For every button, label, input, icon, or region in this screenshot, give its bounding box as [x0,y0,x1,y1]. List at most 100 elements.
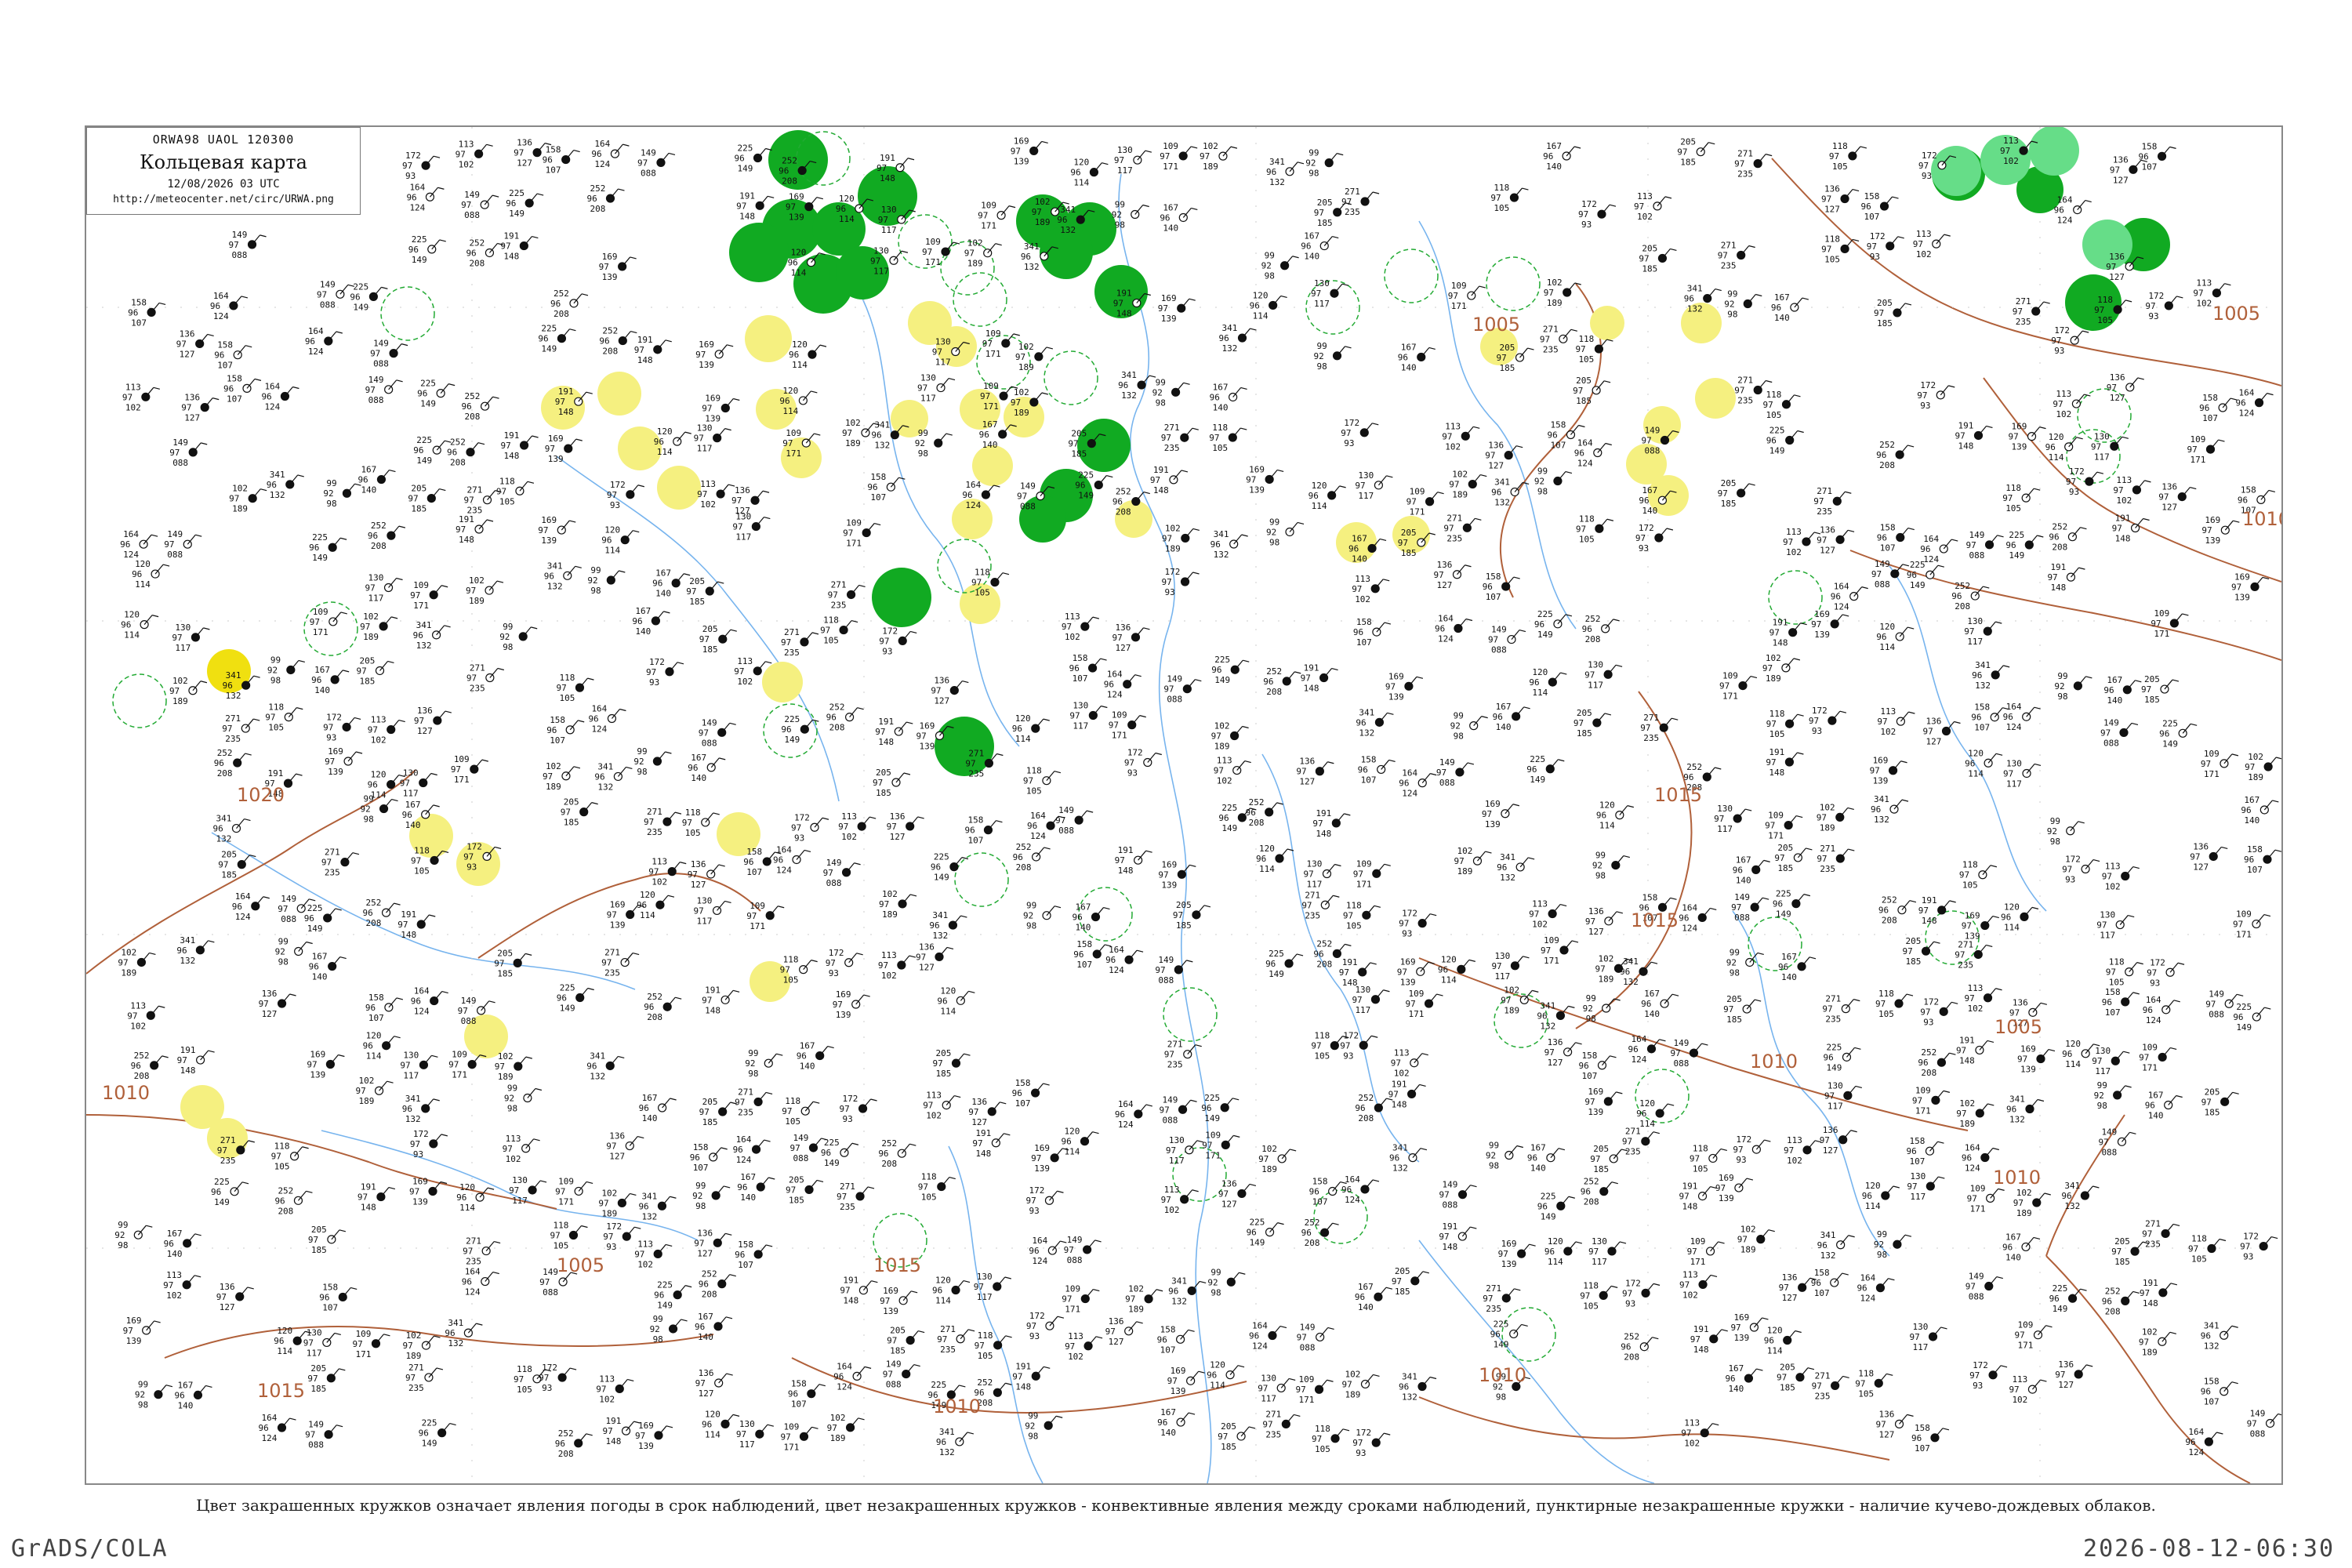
station-plot: 13097117 [2003,758,2042,789]
wind-barb-feather [729,722,736,725]
station-pressure: 205 [1642,243,1657,253]
station-dewpoint: 189 [1345,1389,1360,1399]
station-temp: 97 [410,1139,420,1149]
station-pressure: 205 [411,484,426,494]
station-plot: 16796140 [2241,795,2279,826]
station-pressure: 99 [1489,1140,1499,1150]
station-dewpoint: 140 [1736,875,1751,885]
station-temp: 97 [1715,1183,1726,1193]
station-temp: 97 [1352,584,1362,594]
station-temp: 96 [1831,592,1841,602]
station-pressure: 136 [1548,1037,1563,1047]
station-plot: 11897105 [975,1330,1012,1361]
wind-barb-feather [1044,1366,1051,1369]
station-dewpoint: 114 [839,214,855,224]
wind-barb-feather [203,627,210,630]
station-pressure: 136 [699,1368,714,1378]
wind-barb-feather [2172,1223,2180,1227]
station-dewpoint: 117 [1355,1005,1370,1015]
station-plot: 13697127 [181,393,220,423]
station-dewpoint: 149 [353,302,368,312]
station-plot: 25296208 [1582,614,1620,644]
station-temp: 96 [588,714,598,724]
station-temp: 97 [2098,1137,2108,1147]
wind-barb-feather [764,517,771,520]
station-pressure: 167 [698,1312,713,1322]
station-pressure: 99 [364,794,374,804]
wind-barb-feather [633,530,640,533]
station-temp: 92 [1261,261,1272,271]
wind-barb-feather [1605,442,1612,446]
station-pressure: 130 [1358,470,1374,481]
station-temp: 97 [271,1152,281,1162]
station-plot: 11897105 [1490,183,1529,213]
station-temp: 97 [1687,1247,1697,1257]
wind-barb-feather [1565,470,1573,474]
station-temp: 97 [1258,1383,1268,1393]
station-dewpoint: 149 [784,735,800,745]
wind-barb-feather [2136,962,2143,965]
wind-barb-feather [1094,1240,1102,1243]
station-pressure: 113 [1445,421,1461,431]
station-temp: 97 [495,1062,505,1072]
station-plot: 13097117 [1166,1135,1204,1166]
station-temp: 97 [634,345,644,355]
station-plot: 13097117 [2092,1046,2130,1076]
station-dewpoint: 171 [1163,162,1178,172]
station-plot: 13697127 [1218,1178,1257,1209]
station-plot: 11397102 [1529,899,1567,930]
wind-barb-feather [494,1240,501,1244]
station-temp: 96 [419,1428,429,1439]
station-dewpoint: 107 [2202,413,2218,423]
wind-barb-feather [1005,1382,1012,1385]
station-temp: 97 [463,851,474,862]
station-dewpoint: 127 [1820,545,1835,555]
station-temp: 96 [1620,967,1630,977]
wind-barb-feather [1901,799,1909,802]
station-plot: 13697127 [606,1131,644,1162]
station-dewpoint: 235 [1167,1060,1183,1070]
station-temp: 97 [1062,622,1072,632]
wind-barb-feather [1385,1287,1393,1290]
station-plot: 22596149 [417,379,456,409]
station-pressure: 120 [935,1276,951,1286]
station-plot: 13697127 [2158,482,2197,513]
station-plot: 13097117 [694,423,731,454]
wind-barb-feather [827,1045,834,1049]
station-plot: 16997139 [1246,464,1284,495]
wind-barb-feather [1139,715,1146,718]
station-pressure: 136 [1109,1316,1124,1327]
station-plot: 999298 [1207,1267,1246,1298]
station-temp: 96 [1070,168,1080,178]
station-pressure: 169 [2234,572,2250,582]
station-dewpoint: 185 [1401,548,1417,558]
station-plot: 27197235 [735,1087,773,1117]
station-plot: 27197235 [1955,939,1993,970]
station-temp: 97 [1544,1047,1555,1058]
wind-barb-feather [352,852,360,855]
station-pressure: 172 [2148,291,2164,301]
station-plot: 13697127 [2055,1359,2093,1390]
station-temp: 97 [1113,298,1123,308]
wind-barb-feather [433,1098,440,1102]
station-dewpoint: 127 [691,880,706,890]
station-temp: 96 [2102,1296,2112,1306]
station-pressure: 205 [1176,900,1192,910]
station-dewpoint: 185 [935,1069,951,1079]
station-dewpoint: 124 [409,202,425,212]
station-plot: 22596149 [735,143,772,174]
station-temp: 97 [1114,155,1124,165]
station-temp: 97 [1352,995,1362,1005]
station-plot: 27197235 [781,627,819,658]
station-dewpoint: 171 [558,1196,574,1207]
station-temp: 97 [1907,1181,1917,1192]
station-temp: 97 [1588,1247,1599,1257]
station-plot: 12096114 [637,890,675,920]
station-dewpoint: 148 [705,1005,720,1015]
station-temp: 97 [400,778,410,788]
station-pressure: 167 [1075,902,1091,913]
station-pressure: 102 [498,1051,514,1062]
station-temp: 96 [1493,712,1503,722]
station-temp: 97 [2190,851,2200,862]
wind-barb-feather [666,1425,673,1428]
